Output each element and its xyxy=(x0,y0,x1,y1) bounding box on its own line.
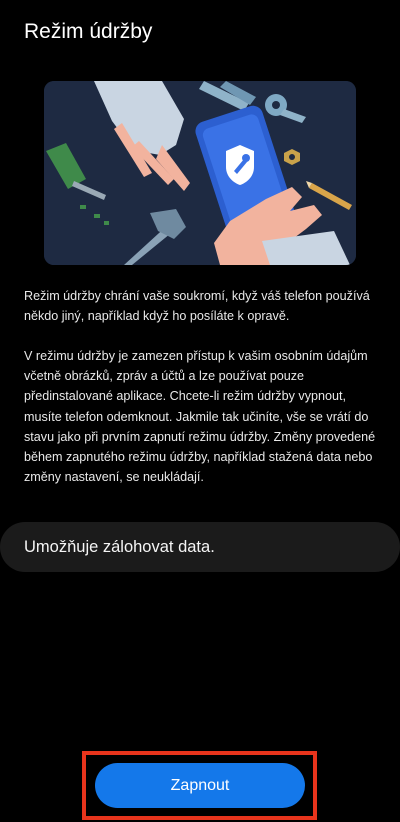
page-title: Režim údržby xyxy=(24,20,153,43)
description-paragraph-2: V režimu údržby je zamezen přístup k vaš… xyxy=(24,349,376,485)
enable-button[interactable]: Zapnout xyxy=(95,763,305,808)
backup-feature-label: Umožňuje zálohovat data. xyxy=(24,537,215,556)
description-paragraph-1: Režim údržby chrání vaše soukromí, když … xyxy=(24,289,370,324)
backup-feature-card: Umožňuje zálohovat data. xyxy=(0,522,400,572)
maintenance-illustration xyxy=(44,81,356,265)
